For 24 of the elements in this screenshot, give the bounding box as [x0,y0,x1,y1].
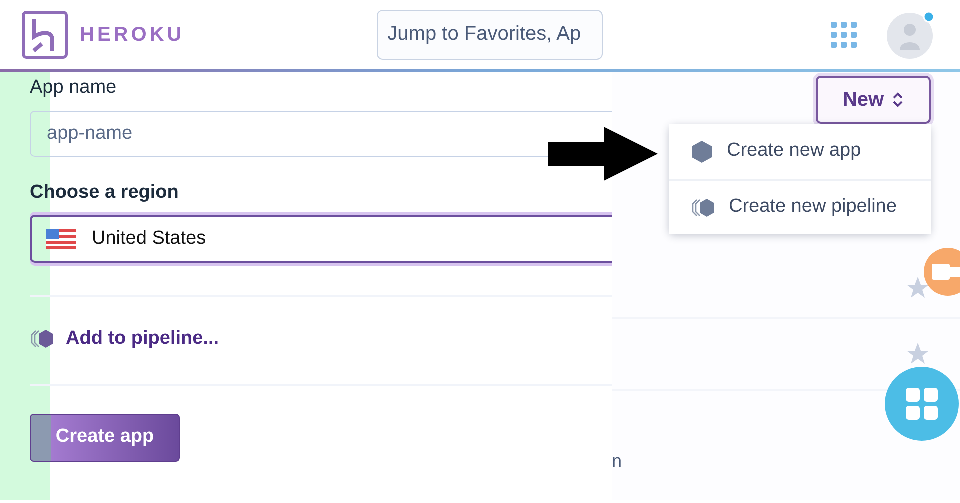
pipeline-icon [30,328,54,350]
brand-name: HEROKU [80,22,185,48]
menu-item[interactable]: Create new pipeline [669,179,931,234]
new-button[interactable]: New [816,76,931,124]
avatar-icon[interactable] [886,10,936,60]
region-select[interactable]: United States [30,215,612,263]
apps-launcher-icon[interactable] [884,366,960,442]
star-icon[interactable] [906,276,930,300]
star-icon[interactable] [906,342,930,366]
app-name-field[interactable]: app-name [30,110,612,156]
apps-grid-icon[interactable] [830,20,858,48]
pipeline-icon [691,196,715,218]
pipeline-link[interactable]: Add to pipeline... [66,325,220,354]
hexagon-icon [691,140,713,164]
menu-item[interactable]: Create new app [669,124,931,179]
logo-icon[interactable] [22,10,68,58]
text-fragment: n [612,452,622,470]
flag-icon [46,229,76,249]
search-field[interactable]: Jump to Favorites, Ap [376,10,603,60]
create-app-button[interactable]: Create app [30,414,180,462]
field-label: App name [30,76,118,100]
field-label: Choose a region [30,180,180,204]
arrow-icon [548,127,658,181]
chevron-icon [892,91,904,109]
